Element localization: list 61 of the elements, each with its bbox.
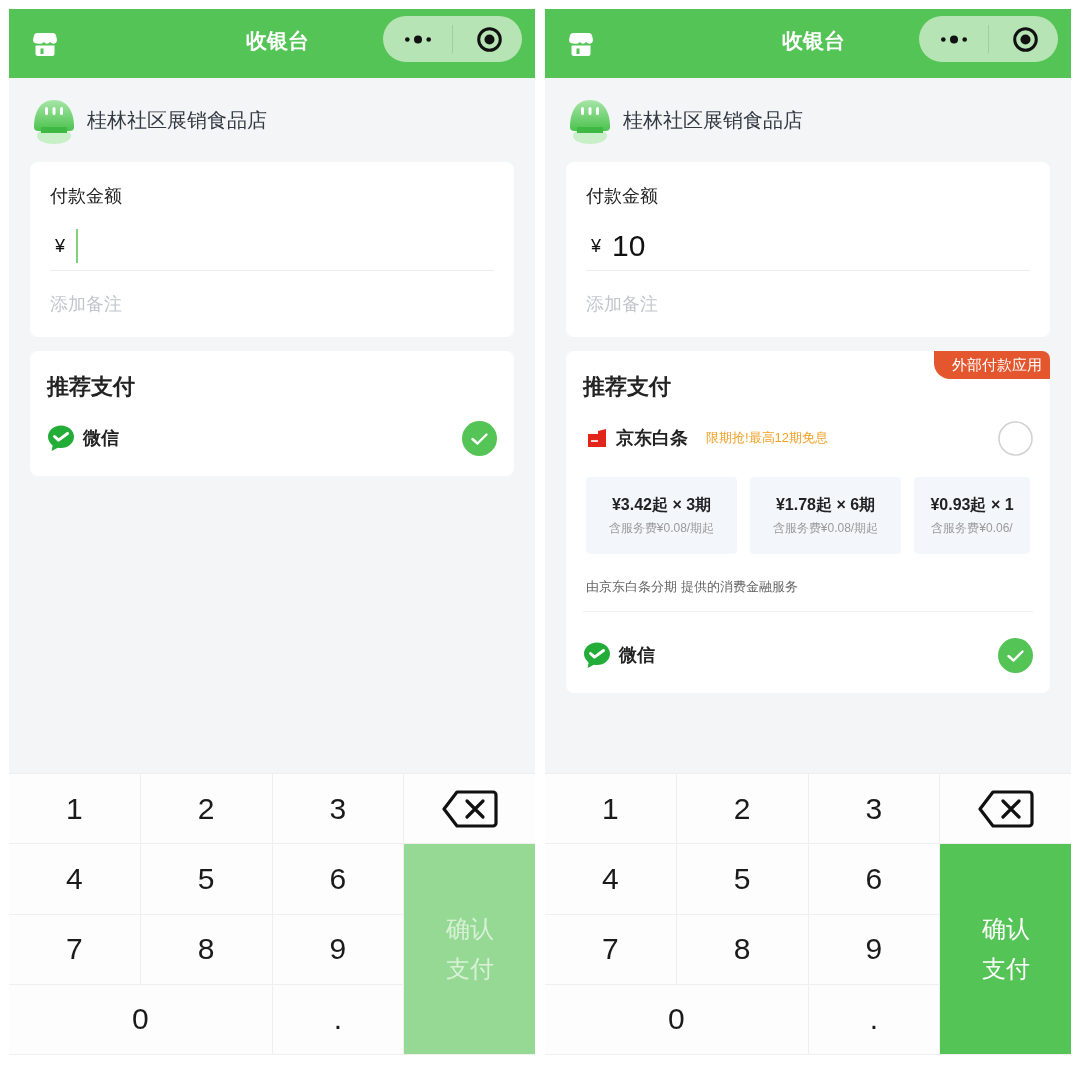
backspace-key[interactable] — [404, 774, 535, 844]
amount-field[interactable]: ¥ 10 — [586, 222, 1030, 271]
amount-field[interactable]: ¥ — [50, 222, 494, 271]
more-icon[interactable] — [941, 34, 967, 44]
keypad-key[interactable]: . — [272, 984, 404, 1054]
method-name: 微信 — [83, 427, 119, 450]
keypad-key[interactable]: 9 — [272, 914, 404, 984]
chat-check-icon — [583, 641, 611, 669]
keypad-key[interactable]: 7 — [545, 914, 676, 984]
keypad-key[interactable]: 3 — [272, 774, 404, 844]
keypad-key[interactable]: 2 — [140, 774, 272, 844]
keypad-key[interactable]: 0 — [9, 984, 272, 1054]
keypad-key[interactable]: . — [808, 984, 940, 1054]
method-name: 京东白条 — [616, 427, 688, 450]
plan-fee: 含服务费¥0.08/期起 — [772, 520, 879, 536]
plan-fee: 含服务费¥0.08/期起 — [608, 520, 715, 536]
credit-logo-icon — [588, 429, 606, 447]
backspace-icon — [977, 789, 1034, 828]
method-name: 微信 — [619, 644, 655, 667]
keypad-key[interactable]: 8 — [676, 914, 808, 984]
store-name: 桂林社区展销食品店 — [87, 108, 267, 133]
plan-price: ¥3.42起 × 3期 — [611, 495, 712, 515]
keypad-key[interactable]: 5 — [140, 844, 272, 914]
plan-price: ¥0.93起 × 1 — [930, 495, 1014, 515]
keypad-key[interactable]: 6 — [808, 844, 940, 914]
keypad-key[interactable]: 8 — [140, 914, 272, 984]
payment-title: 推荐支付 — [583, 373, 672, 401]
plan-card[interactable]: ¥0.93起 × 1 含服务费¥0.06/ — [914, 477, 1030, 554]
chat-check-icon — [47, 424, 75, 452]
service-note: 由京东白条分期 提供的消费金融服务 — [586, 578, 799, 596]
keypad-key[interactable]: 9 — [808, 914, 940, 984]
target-icon[interactable] — [1013, 26, 1038, 52]
keypad-key[interactable]: 7 — [9, 914, 140, 984]
external-app-badge: 外部付款应用 — [934, 351, 1050, 379]
plan-fee: 含服务费¥0.06/ — [931, 520, 1013, 536]
keypad-key[interactable]: 2 — [676, 774, 808, 844]
keypad-key[interactable]: 4 — [9, 844, 140, 914]
radio-icon[interactable] — [998, 420, 1033, 456]
backspace-key[interactable] — [940, 774, 1071, 844]
nav-title: 收银台 — [246, 27, 309, 54]
amount-label: 付款金额 — [50, 185, 123, 208]
keypad-key[interactable]: 1 — [545, 774, 676, 844]
keypad-key[interactable]: 5 — [676, 844, 808, 914]
check-icon[interactable] — [998, 637, 1033, 673]
plan-price: ¥1.78起 × 6期 — [775, 495, 876, 515]
payment-title: 推荐支付 — [47, 373, 136, 401]
amount-label: 付款金额 — [586, 185, 659, 208]
plan-card[interactable]: ¥1.78起 × 6期 含服务费¥0.08/期起 — [750, 477, 901, 554]
nav-title: 收银台 — [782, 27, 845, 54]
more-icon[interactable] — [405, 34, 431, 44]
store-name: 桂林社区展销食品店 — [623, 108, 803, 133]
keypad-key[interactable]: 1 — [9, 774, 140, 844]
promo-text: 限期抢!最高12期免息 — [706, 429, 829, 447]
keypad-key[interactable]: 3 — [808, 774, 940, 844]
target-icon[interactable] — [477, 26, 502, 52]
backspace-icon — [441, 789, 498, 828]
keypad-key[interactable]: 6 — [272, 844, 404, 914]
keypad-key[interactable]: 0 — [545, 984, 808, 1054]
check-icon[interactable] — [462, 420, 497, 456]
plan-card[interactable]: ¥3.42起 × 3期 含服务费¥0.08/期起 — [586, 477, 737, 554]
keypad-key[interactable]: 4 — [545, 844, 676, 914]
